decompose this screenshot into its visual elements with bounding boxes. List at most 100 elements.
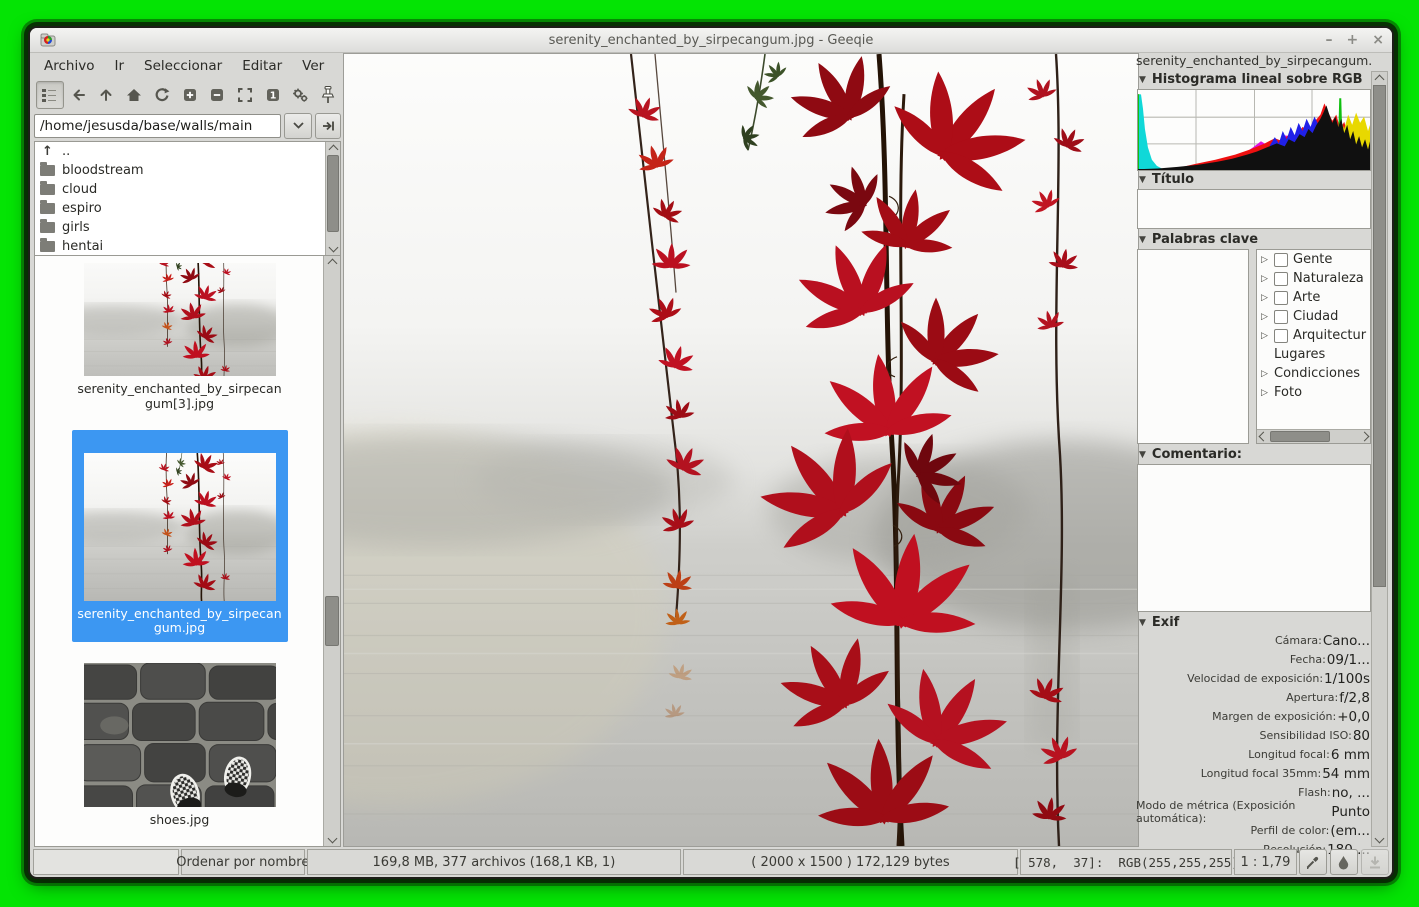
- expander-icon[interactable]: ▷: [1260, 312, 1269, 322]
- keyword-row[interactable]: Lugares: [1257, 345, 1370, 364]
- back-button[interactable]: [66, 82, 92, 108]
- keywords-section-header[interactable]: ▼ Palabras clave: [1136, 231, 1372, 248]
- sort-button[interactable]: Ordenar por nombre: [181, 849, 305, 875]
- svg-text:1: 1: [269, 91, 276, 102]
- zoom-in-icon: [182, 87, 198, 103]
- up-button[interactable]: [93, 82, 119, 108]
- scroll-left-icon[interactable]: [1257, 430, 1269, 443]
- histogram-chart: [1138, 90, 1370, 170]
- scroll-down-icon[interactable]: [326, 243, 340, 255]
- keyword-row[interactable]: ▷ Gente: [1257, 250, 1370, 269]
- keyword-row[interactable]: ▷ Ciudad: [1257, 307, 1370, 326]
- title-textarea[interactable]: [1137, 189, 1371, 229]
- menu-ir[interactable]: Ir: [104, 55, 134, 77]
- color-managed-button[interactable]: [1330, 849, 1358, 875]
- keyword-checkbox[interactable]: [1274, 272, 1288, 286]
- thumbnail-item[interactable]: serenity_enchanted_by_sirpecangum[3].jpg: [72, 258, 288, 418]
- folder-label: cloud: [62, 182, 97, 197]
- expander-icon[interactable]: ▷: [1260, 274, 1269, 284]
- folder-row[interactable]: hentai: [35, 237, 326, 256]
- folder-scrollbar[interactable]: [325, 142, 340, 255]
- home-button[interactable]: [121, 82, 147, 108]
- titlebar[interactable]: serenity_enchanted_by_sirpecangum.jpg - …: [30, 28, 1392, 53]
- zoom-out-button[interactable]: [204, 82, 230, 108]
- menu-seleccionar[interactable]: Seleccionar: [134, 55, 232, 77]
- folder-row[interactable]: bloodstream: [35, 161, 326, 180]
- exif-label: Fecha:: [1290, 653, 1326, 666]
- keyword-checkbox[interactable]: [1274, 329, 1288, 343]
- folder-icon: [40, 203, 55, 214]
- comment-section-header[interactable]: ▼ Comentario:: [1136, 446, 1372, 463]
- exif-label: Longitud focal 35mm:: [1201, 767, 1322, 780]
- expander-icon[interactable]: ▷: [1260, 388, 1269, 398]
- menu-ver[interactable]: Ver: [292, 55, 334, 77]
- keyword-checkbox[interactable]: [1274, 310, 1288, 324]
- color-picker-button[interactable]: [1299, 849, 1327, 875]
- comment-textarea[interactable]: [1137, 464, 1371, 612]
- toolbar: 1: [34, 79, 341, 111]
- path-input[interactable]: /home/jesusda/base/walls/main: [34, 114, 281, 138]
- folder-row[interactable]: cloud: [35, 180, 326, 199]
- keyword-label: Condicciones: [1274, 366, 1360, 381]
- scroll-down-icon[interactable]: [1372, 834, 1387, 846]
- minimize-button[interactable]: –: [1326, 33, 1333, 47]
- exif-label: Sensibilidad ISO:: [1260, 729, 1352, 742]
- path-history-dropdown[interactable]: [284, 113, 312, 139]
- exif-row: Fecha: 09/1...: [1136, 650, 1370, 669]
- histogram-title: Histograma lineal sobre RGB: [1152, 72, 1363, 87]
- path-go-button[interactable]: [315, 113, 341, 139]
- preferences-button[interactable]: [288, 82, 314, 108]
- scroll-up-icon[interactable]: [326, 142, 340, 154]
- keyword-checkbox[interactable]: [1274, 253, 1288, 267]
- exif-value: Cano...: [1323, 633, 1370, 649]
- save-metadata-button[interactable]: [1361, 849, 1389, 875]
- files-info: 169,8 MB, 377 archivos (168,1 KB, 1): [307, 849, 681, 875]
- keyword-checkbox[interactable]: [1274, 291, 1288, 305]
- expander-icon[interactable]: ▷: [1260, 369, 1269, 379]
- folder-list: ↑ .. bloodstream cloud: [34, 141, 341, 256]
- folder-row-parent[interactable]: ↑ ..: [35, 142, 326, 161]
- scroll-down-icon[interactable]: [324, 834, 340, 846]
- maximize-button[interactable]: +: [1347, 33, 1359, 47]
- desktop: serenity_enchanted_by_sirpecangum.jpg - …: [0, 0, 1419, 907]
- close-button[interactable]: ×: [1372, 33, 1384, 47]
- folder-row[interactable]: espiro: [35, 199, 326, 218]
- thumbnail-caption: serenity_enchanted_by_sirpecangum[3].jpg: [76, 382, 284, 412]
- thumbnail-item-selected[interactable]: serenity_enchanted_by_sirpecangum.jpg: [72, 430, 288, 643]
- keywords-textarea[interactable]: [1137, 249, 1249, 444]
- expander-icon[interactable]: ▷: [1260, 293, 1269, 303]
- scroll-up-icon[interactable]: [1372, 72, 1387, 84]
- keyword-row[interactable]: ▷ Naturaleza: [1257, 269, 1370, 288]
- expander-icon[interactable]: ▷: [1260, 255, 1269, 265]
- keywords-tree: ▷ Gente ▷ Naturaleza ▷: [1256, 249, 1371, 444]
- keyword-row[interactable]: ▷ Condicciones: [1257, 364, 1370, 383]
- refresh-button[interactable]: [149, 82, 175, 108]
- zoom-original-button[interactable]: 1: [260, 82, 286, 108]
- exif-section-header[interactable]: ▼ Exif: [1136, 614, 1372, 631]
- folder-row[interactable]: girls: [35, 218, 326, 237]
- keyword-row[interactable]: ▷ Foto: [1257, 383, 1370, 402]
- float-panel-button[interactable]: [315, 82, 341, 108]
- scroll-up-icon[interactable]: [324, 256, 340, 268]
- keywords-h-scrollbar[interactable]: [1257, 429, 1370, 443]
- histogram-section-header[interactable]: ▼ Histograma lineal sobre RGB: [1136, 71, 1372, 88]
- zoom-ratio[interactable]: 1 : 1,79: [1234, 849, 1297, 875]
- histogram-panel[interactable]: [1137, 89, 1371, 171]
- sidebar-scrollbar[interactable]: [1371, 71, 1388, 847]
- main-image: [344, 54, 1138, 846]
- keyword-row[interactable]: ▷ Arte: [1257, 288, 1370, 307]
- zoom-in-button[interactable]: [177, 82, 203, 108]
- fit-window-icon: [237, 87, 253, 103]
- thumbnail-scrollbar[interactable]: [323, 256, 340, 846]
- scroll-right-icon[interactable]: [1358, 430, 1370, 443]
- keyword-row[interactable]: ▷ Arquitectur: [1257, 326, 1370, 345]
- image-view[interactable]: [343, 53, 1139, 847]
- zoom-fit-button[interactable]: [232, 82, 258, 108]
- menu-archivo[interactable]: Archivo: [34, 55, 104, 77]
- keyword-label: Ciudad: [1293, 309, 1338, 324]
- thumbnails-toggle-button[interactable]: [36, 81, 64, 109]
- title-section-header[interactable]: ▼ Título: [1136, 171, 1372, 188]
- menu-editar[interactable]: Editar: [232, 55, 292, 77]
- expander-icon[interactable]: ▷: [1260, 331, 1269, 341]
- thumbnail-item[interactable]: shoes.jpg: [72, 658, 288, 834]
